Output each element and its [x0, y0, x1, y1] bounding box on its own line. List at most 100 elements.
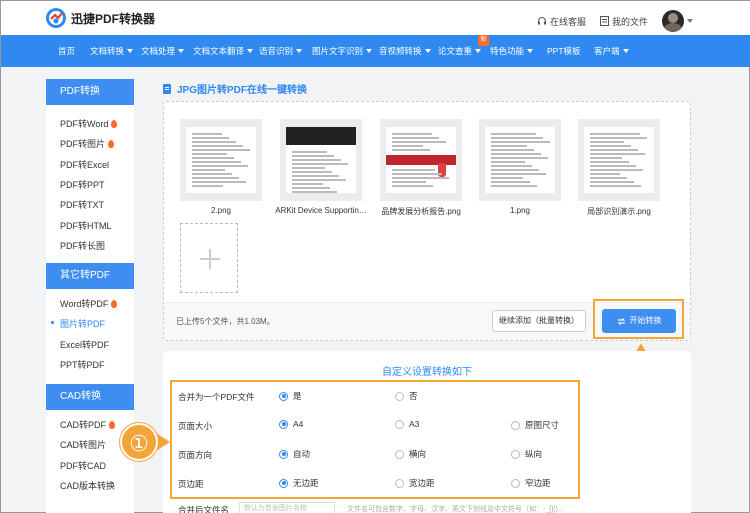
radio-option[interactable]: 纵向	[511, 448, 542, 460]
main-nav: 首页 文档转换 文档处理 文档文本翻译 语音识别 图片文字识别 音视频转换 论文查重新特色功能…	[1, 35, 750, 67]
sidebar-item[interactable]: PDF转PPT	[60, 178, 105, 191]
sidebar-item-label: CAD转图片	[60, 440, 107, 451]
file-name: 2.png	[210, 206, 232, 215]
nav-item[interactable]: 文档处理	[141, 35, 185, 67]
sidebar-item[interactable]: 图片转PDF	[51, 317, 105, 330]
file-thumbnail[interactable]	[380, 119, 462, 201]
sidebar-item[interactable]: PPT转PDF	[60, 358, 105, 371]
logo[interactable]: 迅捷PDF转换器	[45, 7, 155, 29]
radio-button[interactable]	[279, 419, 288, 429]
sidebar-section-title[interactable]: 其它转PDF	[46, 263, 134, 289]
nav-item[interactable]: PPT模板	[547, 35, 581, 67]
file-thumbnail[interactable]	[280, 119, 362, 201]
radio-button[interactable]	[279, 478, 288, 488]
support-label: 在线客服	[549, 16, 586, 27]
continue-add-button[interactable]: 继续添加（批量转换）	[492, 310, 586, 332]
file-thumbnail[interactable]	[180, 119, 262, 201]
radio-button[interactable]	[511, 478, 520, 488]
document-icon	[163, 83, 171, 94]
settings-title: 自定义设置转换如下	[382, 367, 472, 378]
file-name: 1.png	[509, 206, 531, 215]
chevron-down-icon	[296, 49, 303, 53]
sidebar-item-label: PDF转CAD	[60, 460, 107, 471]
nav-item[interactable]: 论文查重新	[438, 35, 490, 67]
radio-option[interactable]: 原图尺寸	[511, 419, 559, 431]
radio-button[interactable]	[395, 478, 404, 488]
sidebar-item[interactable]: CAD转图片	[60, 438, 106, 451]
radio-button[interactable]	[279, 449, 288, 459]
avatar	[662, 10, 684, 32]
radio-button[interactable]	[395, 449, 404, 459]
radio-label: 宽边距	[409, 478, 435, 488]
file-icon	[599, 16, 609, 26]
nav-item-label: 图片文字识别	[312, 46, 364, 56]
radio-button[interactable]	[395, 391, 404, 401]
nav-item-label: 文档文本翻译	[193, 46, 245, 56]
filename-input[interactable]: 默认为首张图片名称	[239, 502, 335, 513]
nav-item[interactable]: 客户端	[594, 35, 629, 67]
sidebar-section-title[interactable]: CAD转换	[46, 384, 134, 410]
radio-button[interactable]	[279, 391, 288, 401]
user-menu[interactable]	[662, 10, 693, 32]
radio-option[interactable]: 横向	[395, 448, 426, 460]
radio-option[interactable]: 自动	[279, 448, 310, 460]
my-files-label: 我的文件	[611, 16, 648, 27]
nav-item[interactable]: 图片文字识别	[312, 35, 373, 67]
radio-label: 否	[409, 391, 418, 401]
add-file-button[interactable]	[180, 223, 238, 293]
radio-option[interactable]: 否	[395, 390, 418, 402]
nav-item[interactable]: 音视频转换	[379, 35, 431, 67]
page-title: JPG图片转PDF在线一键转换	[163, 81, 307, 96]
chevron-down-icon	[475, 49, 482, 53]
chevron-down-icon	[178, 49, 185, 53]
sidebar-item[interactable]: PDF转长图	[60, 239, 105, 252]
radio-option[interactable]: 窄边距	[511, 477, 551, 489]
sidebar-item[interactable]: Excel转PDF	[60, 338, 109, 351]
nav-item[interactable]: 特色功能	[490, 35, 534, 67]
nav-item[interactable]: 首页	[58, 35, 75, 67]
highlight-box-start	[593, 299, 684, 339]
nav-item[interactable]: 文档文本翻译	[193, 35, 254, 67]
setting-label: 合并为一个PDF文件	[178, 392, 255, 402]
sidebar-item-label: CAD版本转换	[60, 480, 116, 491]
radio-option[interactable]: A4	[279, 419, 303, 429]
page-title-text: JPG图片转PDF在线一键转换	[177, 85, 308, 96]
sidebar-item[interactable]: CAD转PDF	[60, 418, 116, 431]
radio-button[interactable]	[511, 420, 520, 430]
radio-label: A4	[293, 419, 304, 429]
sidebar-item[interactable]: PDF转HTML	[60, 219, 112, 232]
sidebar-item[interactable]: PDF转Excel	[60, 158, 109, 171]
nav-item[interactable]: 语音识别	[259, 35, 303, 67]
sidebar-item-label: Word转PDF	[60, 299, 109, 309]
sidebar-item-label: PDF转Excel	[60, 159, 110, 170]
nav-item-label: 首页	[58, 46, 76, 56]
sidebar-item[interactable]: PDF转CAD	[60, 459, 106, 472]
sidebar-item[interactable]: PDF转图片	[60, 137, 115, 150]
sidebar-item[interactable]: CAD版本转换	[60, 479, 115, 492]
thumbnail-preview	[386, 127, 456, 193]
new-badge: 新	[478, 35, 490, 46]
sidebar-section-title[interactable]: PDF转换	[46, 79, 134, 105]
support-link[interactable]: 在线客服	[537, 15, 586, 28]
file-thumbnail[interactable]	[578, 119, 660, 201]
logo-text: 迅捷PDF转换器	[71, 11, 156, 26]
radio-button[interactable]	[395, 419, 404, 429]
sidebar-item[interactable]: Word转PDF	[60, 297, 118, 310]
radio-option[interactable]: 是	[279, 390, 302, 402]
radio-option[interactable]: 无边距	[279, 477, 319, 489]
sidebar-item[interactable]: PDF转Word	[60, 117, 118, 130]
nav-item-label: 文档转换	[90, 46, 125, 56]
thumbnail-preview	[286, 127, 356, 193]
fire-icon	[111, 299, 118, 308]
radio-button[interactable]	[511, 449, 520, 459]
sidebar-item-label: PDF转长图	[60, 240, 106, 251]
sidebar-item-label: PDF转TXT	[60, 200, 104, 211]
radio-option[interactable]: A3	[395, 419, 419, 429]
radio-label: 横向	[409, 449, 427, 459]
radio-option[interactable]: 宽边距	[395, 477, 435, 489]
nav-item[interactable]: 文档转换	[90, 35, 134, 67]
file-thumbnail[interactable]	[479, 119, 561, 201]
radio-label: 原图尺寸	[525, 420, 560, 430]
sidebar-item[interactable]: PDF转TXT	[60, 198, 104, 211]
my-files-link[interactable]: 我的文件	[599, 15, 648, 28]
